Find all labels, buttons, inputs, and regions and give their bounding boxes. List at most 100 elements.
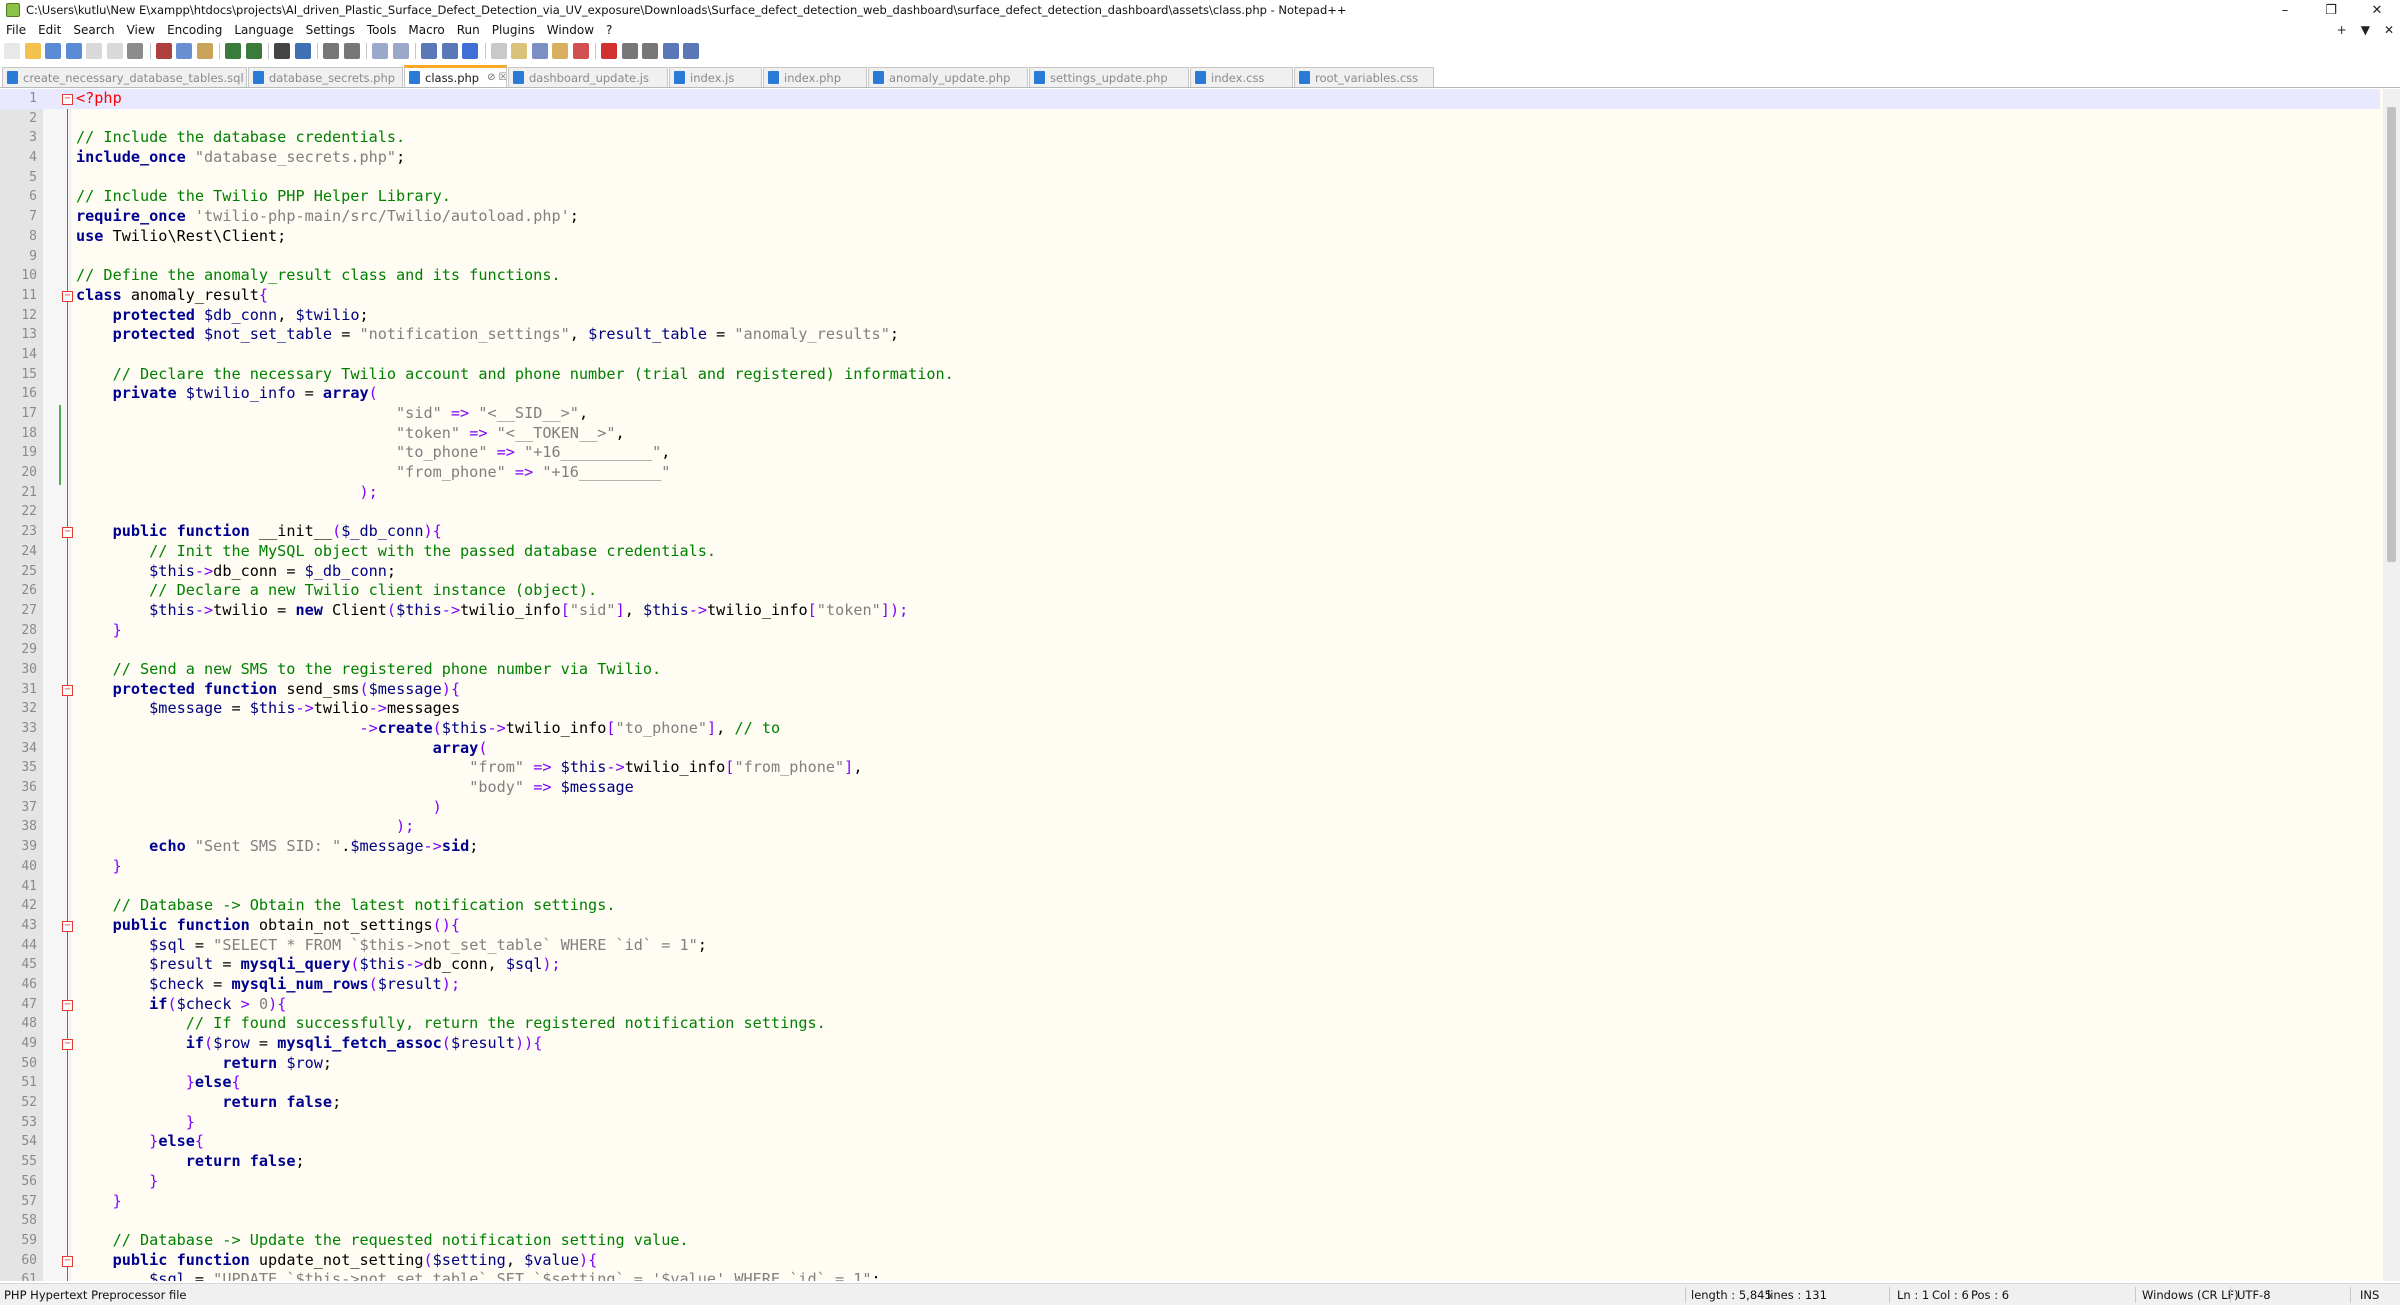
code-line[interactable]: 37 ) <box>0 798 2380 818</box>
code-line[interactable]: 46 $check = mysqli_num_rows($result); <box>0 975 2380 995</box>
record-macro-icon[interactable] <box>601 43 617 59</box>
scrollbar-thumb[interactable] <box>2387 107 2396 562</box>
code-line[interactable]: 26 // Declare a new Twilio client instan… <box>0 581 2380 601</box>
close-window-button[interactable]: ✕ <box>2354 0 2400 20</box>
code-line[interactable]: 56 } <box>0 1172 2380 1192</box>
tab-pin-close-icons[interactable]: ⊘ ☒ <box>487 72 506 83</box>
menu-edit[interactable]: Edit <box>32 20 67 40</box>
menu-help[interactable]: ? <box>600 20 618 40</box>
menu-macro[interactable]: Macro <box>402 20 450 40</box>
code-line[interactable]: 60 − public function update_not_setting($… <box>0 1251 2380 1271</box>
code-line[interactable]: 18 "token" => "<__TOKEN__>", <box>0 424 2380 444</box>
stop-record-icon[interactable] <box>621 43 638 59</box>
code-line[interactable]: 24 // Init the MySQL object with the pas… <box>0 542 2380 562</box>
close-icon[interactable] <box>86 43 102 59</box>
code-line[interactable]: 45 $result = mysqli_query($this->db_conn… <box>0 955 2380 975</box>
sync-vertical-icon[interactable] <box>372 43 388 59</box>
code-line[interactable]: 38 ); <box>0 817 2380 837</box>
code-line[interactable]: 6 // Include the Twilio PHP Helper Librar… <box>0 187 2380 207</box>
code-line[interactable]: 16 private $twilio_info = array( <box>0 384 2380 404</box>
code-line[interactable]: 11 − class anomaly_result{ <box>0 286 2380 306</box>
redo-icon[interactable] <box>245 43 262 59</box>
code-line[interactable]: 3 // Include the database credentials. <box>0 128 2380 148</box>
tab-create-necessary-database-tables-sql[interactable]: create_necessary_database_tables.sql <box>2 67 247 87</box>
code-line[interactable]: 2 <box>0 109 2380 129</box>
code-line[interactable]: 27 $this->twilio = new Client($this->twi… <box>0 601 2380 621</box>
tab-dashboard-update-js[interactable]: dashboard_update.js <box>508 67 668 87</box>
vertical-scrollbar[interactable] <box>2383 89 2400 1281</box>
tab-class-php[interactable]: class.php ⊘ ☒ <box>404 65 507 87</box>
code-line[interactable]: 14 <box>0 345 2380 365</box>
status-eol-format[interactable]: Windows (CR LF) <box>2142 1284 2239 1306</box>
function-list-icon[interactable] <box>531 43 548 59</box>
playback-icon[interactable] <box>642 43 658 59</box>
tab-database-secrets-php[interactable]: database_secrets.php <box>248 67 403 87</box>
tab-settings-update-php[interactable]: settings_update.php <box>1029 67 1189 87</box>
code-line[interactable]: 7 require_once 'twilio-php-main/src/Twili… <box>0 207 2380 227</box>
menu-run[interactable]: Run <box>451 20 486 40</box>
code-line[interactable]: 25 $this->db_conn = $_db_conn; <box>0 562 2380 582</box>
code-editor[interactable]: 1− <?php 2 3// Include the database credent… <box>0 89 2400 1281</box>
code-line[interactable]: 43 − public function obtain_not_settings(… <box>0 916 2380 936</box>
tab-index-css[interactable]: index.css <box>1190 67 1293 87</box>
open-file-icon[interactable] <box>24 43 41 59</box>
sync-horizontal-icon[interactable] <box>392 43 409 59</box>
menu-window[interactable]: Window <box>541 20 600 40</box>
code-line[interactable]: 32 $message = $this->twilio->messages <box>0 699 2380 719</box>
tab-index-js[interactable]: index.js <box>669 67 762 87</box>
code-line[interactable]: 1 − <?php <box>0 89 2380 109</box>
code-line[interactable]: 39 echo "Sent SMS SID: ".$message->sid; <box>0 837 2380 857</box>
menu-tools[interactable]: Tools <box>361 20 403 40</box>
new-file-icon[interactable] <box>4 43 20 59</box>
code-line[interactable]: 42 // Database -> Obtain the latest noti… <box>0 896 2380 916</box>
code-line[interactable]: 5 <box>0 168 2380 188</box>
code-line[interactable]: 40 } <box>0 857 2380 877</box>
cut-icon[interactable] <box>155 43 172 59</box>
code-line[interactable]: 33 ->create($this->twilio_info["to_phone… <box>0 719 2380 739</box>
code-line[interactable]: 20 "from_phone" => "+16_________" <box>0 463 2380 483</box>
code-line[interactable]: 29 <box>0 640 2380 660</box>
code-line[interactable]: 47 − if($check > 0){ <box>0 995 2380 1015</box>
code-line[interactable]: 22 <box>0 502 2380 522</box>
tab-anomaly-update-php[interactable]: anomaly_update.php <box>868 67 1028 87</box>
fold-toggle-icon[interactable]: − <box>62 1255 73 1267</box>
tab-list-dropdown[interactable]: ▼ <box>2361 23 2370 37</box>
undo-icon[interactable] <box>225 43 241 59</box>
code-line[interactable]: 4 include_once "database_secrets.php"; <box>0 148 2380 168</box>
code-line[interactable]: 21 ); <box>0 483 2380 503</box>
save-macro-icon[interactable] <box>683 43 699 59</box>
code-line[interactable]: 44 $sql = "SELECT * FROM `$this->not_set… <box>0 936 2380 956</box>
document-map-icon[interactable] <box>511 43 527 59</box>
code-line[interactable]: 41 <box>0 877 2380 897</box>
menu-view[interactable]: View <box>121 20 161 40</box>
fold-toggle-icon[interactable]: − <box>62 920 73 932</box>
code-line[interactable]: 52 return false; <box>0 1093 2380 1113</box>
find-icon[interactable] <box>274 43 290 59</box>
run-macro-multiple-icon[interactable] <box>662 43 679 59</box>
code-line[interactable]: 58 <box>0 1211 2380 1231</box>
menu-encoding[interactable]: Encoding <box>161 20 228 40</box>
fold-toggle-icon[interactable]: − <box>62 94 73 105</box>
tab-index-php[interactable]: index.php <box>763 67 867 87</box>
code-line[interactable]: 59 // Database -> Update the requested n… <box>0 1231 2380 1251</box>
restore-button[interactable]: ❐ <box>2308 0 2354 20</box>
menu-plugins[interactable]: Plugins <box>486 20 541 40</box>
code-line[interactable]: 10 // Define the anomaly_result class and… <box>0 266 2380 286</box>
copy-icon[interactable] <box>176 43 192 59</box>
folder-workspace-icon[interactable] <box>552 43 568 59</box>
menu-file[interactable]: File <box>0 20 32 40</box>
show-all-characters-icon[interactable] <box>441 43 458 59</box>
save-icon[interactable] <box>45 43 61 59</box>
menu-settings[interactable]: Settings <box>300 20 361 40</box>
fold-toggle-icon[interactable]: − <box>62 290 73 302</box>
code-line[interactable]: 48 // If found successfully, return the … <box>0 1014 2380 1034</box>
code-line[interactable]: 55 return false; <box>0 1152 2380 1172</box>
code-line[interactable]: 13 protected $not_set_table = "notificat… <box>0 325 2380 345</box>
paste-icon[interactable] <box>196 43 213 59</box>
code-line[interactable]: 50 return $row; <box>0 1054 2380 1074</box>
code-line[interactable]: 12 protected $db_conn, $twilio; <box>0 306 2380 326</box>
fold-toggle-icon[interactable]: − <box>62 527 73 539</box>
code-line[interactable]: 19 "to_phone" => "+16__________", <box>0 443 2380 463</box>
print-icon[interactable] <box>127 43 143 59</box>
monitoring-icon[interactable] <box>572 43 589 59</box>
